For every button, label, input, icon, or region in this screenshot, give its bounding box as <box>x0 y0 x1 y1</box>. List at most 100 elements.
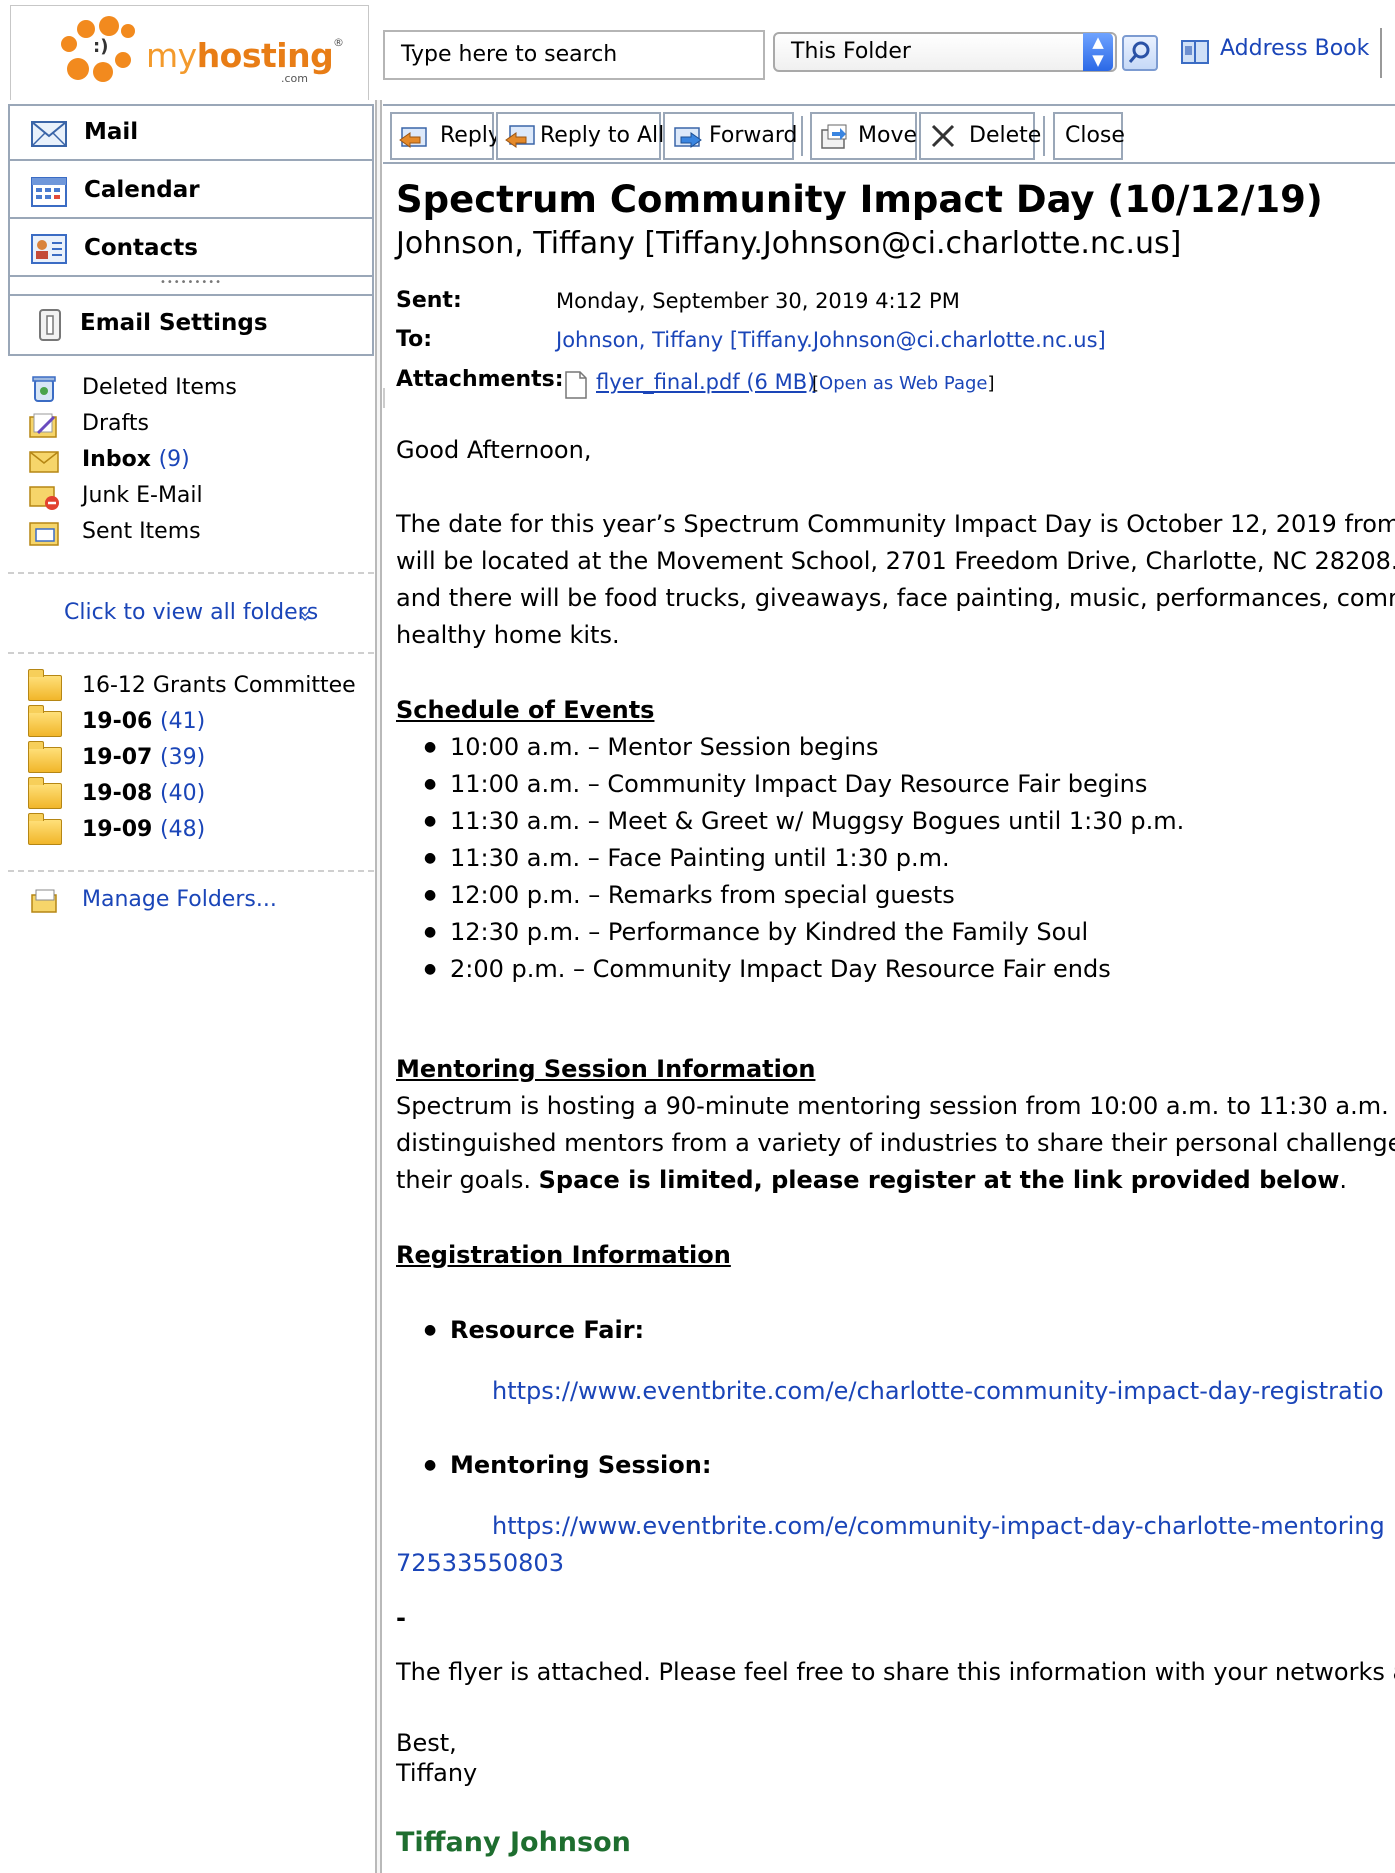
junk-icon <box>29 486 59 510</box>
forward-icon <box>674 127 702 148</box>
schedule-heading: Schedule of Events <box>396 696 655 724</box>
delete-button[interactable]: Delete <box>919 112 1041 160</box>
manage-folders-link[interactable]: Manage Folders... <box>82 887 277 912</box>
search-button[interactable] <box>1122 35 1158 71</box>
list-item: 11:30 a.m. – Meet & Greet w/ Muggsy Bogu… <box>424 803 1184 840</box>
list-item: Mentoring Session: <box>424 1447 711 1484</box>
panel-resize-grip[interactable]: ••••••••• <box>10 278 372 292</box>
settings-switch-icon <box>39 309 61 341</box>
folder-icon <box>28 705 62 737</box>
divider <box>8 652 374 654</box>
manage-folders-icon <box>31 889 57 913</box>
select-arrows-icon[interactable]: ▲ ▼ <box>1083 33 1113 71</box>
address-book-link[interactable]: Address Book <box>1220 36 1369 61</box>
nav-contacts-label: Contacts <box>84 235 198 261</box>
closing: Best, <box>396 1729 457 1757</box>
folder-label: Deleted Items <box>82 375 237 400</box>
file-icon <box>565 371 587 399</box>
body-text: The date for this year’s Spectrum Commun… <box>396 510 1395 538</box>
logo-panel: :) myhosting ® .com <box>10 5 369 100</box>
logo-registered-mark: ® <box>333 36 344 49</box>
message-toolbar: Reply Reply to All Forward Move Delete C… <box>383 104 1395 164</box>
open-as-web-page-link[interactable]: Open as Web Page <box>819 373 987 394</box>
logo-wordmark: myhosting <box>146 36 334 75</box>
nav-contacts[interactable]: Contacts <box>10 222 372 277</box>
folder-label: 19-07 (39) <box>82 745 206 770</box>
forward-button[interactable]: Forward <box>663 112 797 160</box>
address-book-icon[interactable] <box>1180 38 1210 66</box>
toolbar-separator <box>1043 116 1045 156</box>
mentoring-heading: Mentoring Session Information <box>396 1055 816 1083</box>
folder-label: 19-08 (40) <box>82 781 206 806</box>
to-recipient-link[interactable]: Johnson, Tiffany [Tiffany.Johnson@ci.cha… <box>556 328 1106 352</box>
attachments-label: Attachments: <box>396 367 564 392</box>
double-chevron-down-icon[interactable]: » <box>294 610 318 622</box>
body-text: The flyer is attached. Please feel free … <box>396 1658 1395 1686</box>
nav-calendar[interactable]: Calendar <box>10 164 372 219</box>
mentoring-session-link[interactable]: 72533550803 <box>396 1545 564 1582</box>
reply-icon <box>399 127 427 148</box>
logo-domain: .com <box>281 72 308 85</box>
toolbar-separator <box>801 116 803 156</box>
list-item: 10:00 a.m. – Mentor Session begins <box>424 729 879 766</box>
folder-label: Inbox (9) <box>82 447 190 472</box>
nav-email-settings[interactable]: Email Settings <box>10 294 372 354</box>
calendar-icon <box>31 177 67 207</box>
greeting: Good Afternoon, <box>396 436 592 464</box>
sent-value: Monday, September 30, 2019 4:12 PM <box>556 289 960 313</box>
view-all-folders-link[interactable]: Click to view all folders <box>64 600 318 625</box>
reply-all-icon <box>505 125 535 148</box>
body-text: Spectrum is hosting a 90-minute mentorin… <box>396 1092 1395 1120</box>
divider <box>8 572 374 574</box>
list-item: 12:00 p.m. – Remarks from special guests <box>424 877 955 914</box>
unread-count: (40) <box>160 781 206 806</box>
pane-splitter[interactable] <box>375 100 382 1873</box>
list-item: 11:30 a.m. – Face Painting until 1:30 p.… <box>424 840 950 877</box>
folder-label: Junk E-Mail <box>82 483 203 508</box>
drafts-icon <box>29 413 57 438</box>
unread-count: (9) <box>158 447 190 472</box>
signature-name: Tiffany Johnson <box>396 1827 631 1858</box>
sent-label: Sent: <box>396 288 462 313</box>
trash-icon <box>32 376 56 402</box>
contacts-icon <box>31 234 67 264</box>
folder-icon <box>28 813 62 845</box>
body-text: and there will be food trucks, giveaways… <box>396 584 1395 612</box>
move-icon <box>821 124 847 149</box>
dash-marker: - <box>396 1604 406 1632</box>
body-text: distinguished mentors from a variety of … <box>396 1129 1395 1157</box>
unread-count: (41) <box>160 709 206 734</box>
nav-mail-label: Mail <box>84 119 139 145</box>
folder-label: 19-06 (41) <box>82 709 206 734</box>
search-input[interactable]: Type here to search <box>383 30 765 80</box>
divider <box>8 870 374 872</box>
body-text: will be located at the Movement School, … <box>396 547 1395 575</box>
nav-email-settings-label: Email Settings <box>80 310 268 336</box>
sent-icon <box>29 522 59 546</box>
nav-panel: Mail Calendar Contacts ••••••••• Email S… <box>8 104 374 356</box>
folder-icon <box>28 777 62 809</box>
folder-icon <box>28 741 62 773</box>
to-label: To: <box>396 327 432 352</box>
body-text: their goals. Space is limited, please re… <box>396 1166 1348 1194</box>
header-border <box>383 388 385 408</box>
unread-count: (39) <box>160 745 206 770</box>
mail-icon <box>31 121 67 147</box>
mentoring-session-link[interactable]: https://www.eventbrite.com/e/community-i… <box>492 1508 1385 1545</box>
search-scope-select[interactable]: This Folder <box>773 32 1117 72</box>
reply-button[interactable]: Reply <box>390 112 501 160</box>
attachment-link[interactable]: flyer_final.pdf (6 MB) <box>596 370 815 394</box>
unread-count: (48) <box>160 817 206 842</box>
list-item: Resource Fair: <box>424 1312 644 1349</box>
folder-label: Drafts <box>82 411 149 436</box>
close-button[interactable]: Close <box>1053 112 1125 160</box>
message-sender: Johnson, Tiffany [Tiffany.Johnson@ci.cha… <box>396 226 1182 261</box>
folder-label: 16-12 Grants Committee <box>82 673 356 698</box>
resource-fair-link[interactable]: https://www.eventbrite.com/e/charlotte-c… <box>492 1373 1384 1410</box>
move-button[interactable]: Move <box>810 112 917 160</box>
search-icon <box>1128 41 1150 63</box>
nav-mail[interactable]: Mail <box>10 106 372 161</box>
list-item: 12:30 p.m. – Performance by Kindred the … <box>424 914 1088 951</box>
reply-all-button[interactable]: Reply to All <box>496 112 664 160</box>
folder-label: Sent Items <box>82 519 201 544</box>
